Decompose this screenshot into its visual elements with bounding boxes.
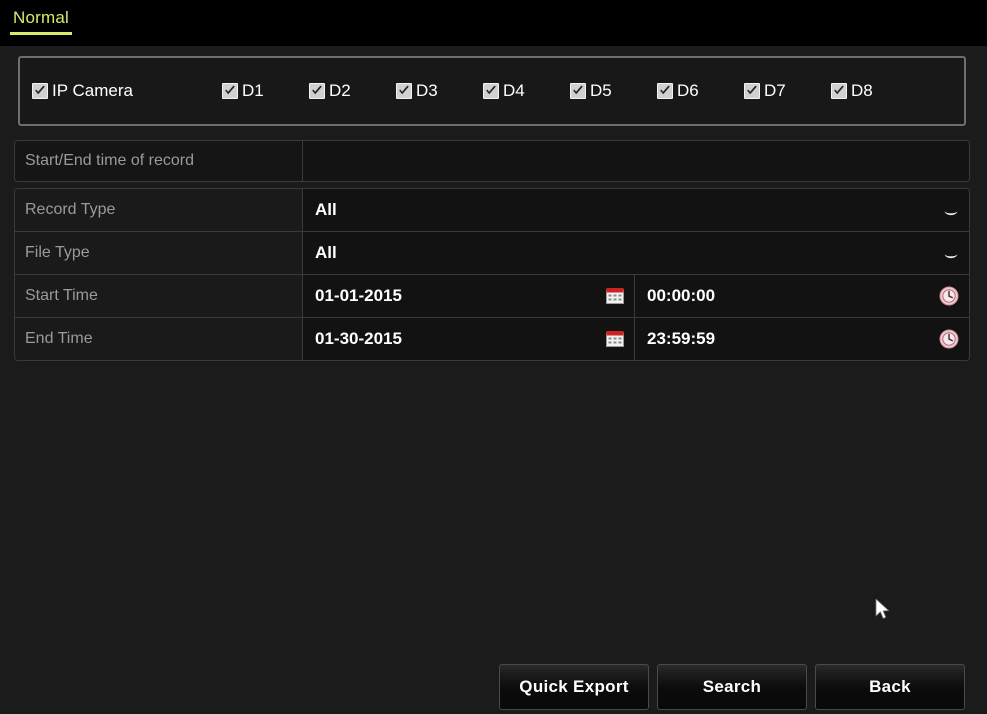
row-file-type: File Type All — [15, 232, 969, 275]
start-end-time-of-record-row: Start/End time of record — [14, 140, 970, 182]
checkbox-d4-label: D4 — [503, 81, 525, 100]
search-button[interactable]: Search — [657, 664, 807, 710]
checkbox-checked-icon — [309, 83, 325, 99]
camera-selection-group: IP Camera D1 D2 D3 D4 D5 D6 D7 D8 — [18, 56, 966, 126]
row-start-time: Start Time 01-01-2015 00:00:00 — [15, 275, 969, 318]
chevron-down-icon — [943, 248, 959, 259]
file-type-dropdown[interactable]: All — [303, 232, 969, 274]
checkbox-d4[interactable]: D4 — [483, 81, 570, 101]
record-type-dropdown[interactable]: All — [303, 189, 969, 231]
record-type-value: All — [315, 200, 337, 219]
file-type-value: All — [315, 243, 337, 262]
row-record-type: Record Type All — [15, 189, 969, 232]
record-type-label: Record Type — [15, 189, 303, 231]
checkbox-d2[interactable]: D2 — [309, 81, 396, 101]
start-date-value: 01-01-2015 — [315, 286, 402, 305]
start-clock-input[interactable]: 00:00:00 — [635, 275, 969, 317]
calendar-icon[interactable] — [606, 331, 624, 348]
checkbox-checked-icon — [831, 83, 847, 99]
quick-export-button[interactable]: Quick Export — [499, 664, 649, 710]
chevron-down-icon — [943, 205, 959, 216]
checkbox-d2-label: D2 — [329, 81, 351, 100]
checkbox-ip-camera-label: IP Camera — [52, 81, 133, 100]
checkbox-ip-camera[interactable]: IP Camera — [32, 81, 222, 101]
checkbox-d7-label: D7 — [764, 81, 786, 100]
back-button[interactable]: Back — [815, 664, 965, 710]
end-date-value: 01-30-2015 — [315, 329, 402, 348]
camera-checkbox-row: IP Camera D1 D2 D3 D4 D5 D6 D7 D8 — [20, 58, 964, 124]
checkbox-checked-icon — [483, 83, 499, 99]
end-date-input[interactable]: 01-30-2015 — [303, 318, 635, 360]
start-end-time-of-record-value[interactable] — [303, 141, 969, 181]
file-type-label: File Type — [15, 232, 303, 274]
end-clock-input[interactable]: 23:59:59 — [635, 318, 969, 360]
tab-normal[interactable]: Normal — [10, 8, 72, 35]
quick-export-button-label: Quick Export — [519, 677, 629, 696]
playback-export-search-window: Normal IP Camera D1 D2 D3 D4 D5 D6 D7 D8… — [0, 0, 987, 714]
checkbox-checked-icon — [32, 83, 48, 99]
search-criteria-table: Record Type All File Type All Start Time… — [14, 188, 970, 361]
checkbox-d3[interactable]: D3 — [396, 81, 483, 101]
checkbox-d1[interactable]: D1 — [222, 81, 309, 101]
checkbox-checked-icon — [222, 83, 238, 99]
checkbox-d6-label: D6 — [677, 81, 699, 100]
checkbox-d3-label: D3 — [416, 81, 438, 100]
button-bar: Quick Export Search Back — [0, 664, 987, 714]
clock-icon[interactable] — [939, 329, 959, 349]
checkbox-d7[interactable]: D7 — [744, 81, 831, 101]
checkbox-d8-label: D8 — [851, 81, 873, 100]
search-button-label: Search — [702, 677, 762, 696]
checkbox-checked-icon — [657, 83, 673, 99]
back-button-label: Back — [869, 677, 911, 696]
row-end-time: End Time 01-30-2015 23:59:59 — [15, 318, 969, 360]
end-time-label: End Time — [15, 318, 303, 360]
mouse-pointer-icon — [874, 598, 892, 622]
checkbox-d5[interactable]: D5 — [570, 81, 657, 101]
calendar-icon[interactable] — [606, 288, 624, 305]
tab-bar: Normal — [0, 0, 987, 46]
checkbox-checked-icon — [744, 83, 760, 99]
checkbox-d1-label: D1 — [242, 81, 264, 100]
checkbox-checked-icon — [570, 83, 586, 99]
checkbox-d5-label: D5 — [590, 81, 612, 100]
start-clock-value: 00:00:00 — [647, 286, 716, 305]
checkbox-d6[interactable]: D6 — [657, 81, 744, 101]
checkbox-checked-icon — [396, 83, 412, 99]
start-end-time-of-record-label: Start/End time of record — [15, 141, 303, 181]
start-time-label: Start Time — [15, 275, 303, 317]
checkbox-d8[interactable]: D8 — [831, 81, 918, 101]
tab-normal-label: Normal — [13, 8, 69, 27]
clock-icon[interactable] — [939, 286, 959, 306]
end-clock-value: 23:59:59 — [647, 329, 716, 348]
start-date-input[interactable]: 01-01-2015 — [303, 275, 635, 317]
